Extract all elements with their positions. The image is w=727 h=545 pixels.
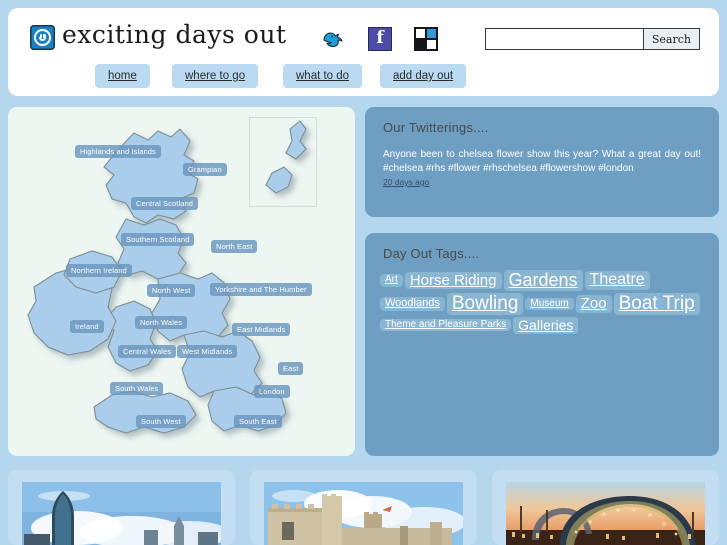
main-navigation: home where to go what to do add day out — [8, 64, 719, 92]
tag-item[interactable]: Museum — [525, 297, 574, 311]
tag-item[interactable]: Bowling — [446, 292, 524, 315]
map-region-yorkshire-and-the-humber[interactable]: Yorkshire and The Humber — [210, 283, 312, 296]
twitter-icon[interactable] — [321, 27, 345, 51]
map-region-northern-ireland[interactable]: Northern Ireland — [66, 264, 132, 277]
tag-item[interactable]: Galleries — [513, 316, 579, 334]
map-region-north-wales[interactable]: North Wales — [135, 316, 188, 329]
grid-cell-2 — [426, 28, 437, 39]
facebook-icon[interactable]: f — [368, 27, 392, 51]
tag-item[interactable]: Art — [380, 274, 403, 287]
map-region-south-wales[interactable]: South Wales — [110, 382, 164, 395]
tag-item[interactable]: Theme and Pleasure Parks — [380, 318, 512, 332]
twitterings-title: Our Twitterings.... — [383, 120, 489, 135]
tag-item[interactable]: Zoo — [575, 294, 612, 313]
photo-card-london-skyline[interactable] — [8, 470, 235, 545]
map-region-east[interactable]: East — [278, 362, 304, 375]
grid-cell-3 — [415, 39, 426, 50]
smiley-logo-icon[interactable] — [30, 25, 55, 50]
uk-region-map-panel: Highlands and Islands Grampian Central S… — [8, 107, 355, 456]
photo-card-castle[interactable] — [250, 470, 477, 545]
map-region-east-midlands[interactable]: East Midlands — [232, 323, 291, 336]
facebook-f-glyph: f — [376, 28, 384, 48]
map-region-highlands-and-islands[interactable]: Highlands and Islands — [75, 145, 161, 158]
site-header: exciting days out f Search home where to… — [8, 8, 719, 96]
brand-row: exciting days out f Search — [8, 8, 719, 60]
search-input[interactable] — [484, 28, 643, 50]
tweet-timestamp-link[interactable]: 20 days ago — [383, 177, 429, 187]
nav-item-where-to-go[interactable]: where to go — [172, 64, 259, 88]
photo-card-bridge-sunset[interactable] — [492, 470, 719, 545]
logo-smile — [39, 36, 46, 41]
day-out-tags-title: Day Out Tags.... — [383, 246, 480, 261]
map-region-london[interactable]: London — [254, 385, 290, 398]
search-form: Search — [484, 28, 700, 50]
tweet-text: Anyone been to chelsea flower show this … — [383, 149, 701, 174]
map-region-south-east[interactable]: South East — [234, 415, 282, 428]
map-shape-midlands-east — [181, 330, 263, 400]
nav-item-home[interactable]: home — [95, 64, 150, 88]
tag-item[interactable]: Gardens — [503, 270, 583, 291]
map-region-north-east[interactable]: North East — [211, 240, 258, 253]
tag-item[interactable]: Woodlands — [380, 297, 445, 311]
grid-cell-4 — [426, 39, 437, 50]
twitterings-panel: Our Twitterings.... Anyone been to chels… — [365, 107, 719, 217]
map-region-central-wales[interactable]: Central Wales — [118, 345, 177, 358]
search-button[interactable]: Search — [642, 28, 700, 50]
map-region-central-scotland[interactable]: Central Scotland — [131, 197, 199, 210]
map-region-southern-scotland[interactable]: Southern Scotland — [121, 233, 195, 246]
nav-item-add-day-out[interactable]: add day out — [380, 64, 467, 88]
twitter-bird-glyph — [323, 32, 343, 48]
grid-icon[interactable] — [414, 27, 438, 51]
island-inset-map — [249, 117, 317, 207]
facebook-box: f — [368, 27, 392, 51]
photo-bridge-sunset — [506, 482, 705, 545]
tag-item[interactable]: Theatre — [584, 271, 650, 290]
grid-box — [414, 27, 438, 51]
grid-cell-1 — [415, 28, 426, 39]
logo-face — [34, 29, 51, 46]
tag-cloud: Art Horse Riding Gardens TheatreWoodlands Bo… — [379, 269, 705, 335]
map-region-grampian[interactable]: Grampian — [183, 163, 227, 176]
page-title: exciting days out — [62, 20, 287, 49]
photo-london-skyline — [22, 482, 221, 545]
photo-castle — [264, 482, 463, 545]
map-shape-wales — [105, 300, 159, 372]
map-region-west-midlands[interactable]: West Midlands — [177, 345, 238, 358]
nav-item-what-to-do[interactable]: what to do — [283, 64, 363, 88]
map-region-south-west[interactable]: South West — [136, 415, 186, 428]
tag-item[interactable]: Boat Trip — [613, 292, 700, 315]
day-out-tags-panel: Day Out Tags.... Art Horse Riding Gardens T… — [365, 233, 719, 456]
tag-item[interactable]: Horse Riding — [404, 271, 502, 290]
map-region-north-west[interactable]: North West — [147, 284, 196, 297]
map-region-ireland[interactable]: Ireland — [70, 320, 104, 333]
